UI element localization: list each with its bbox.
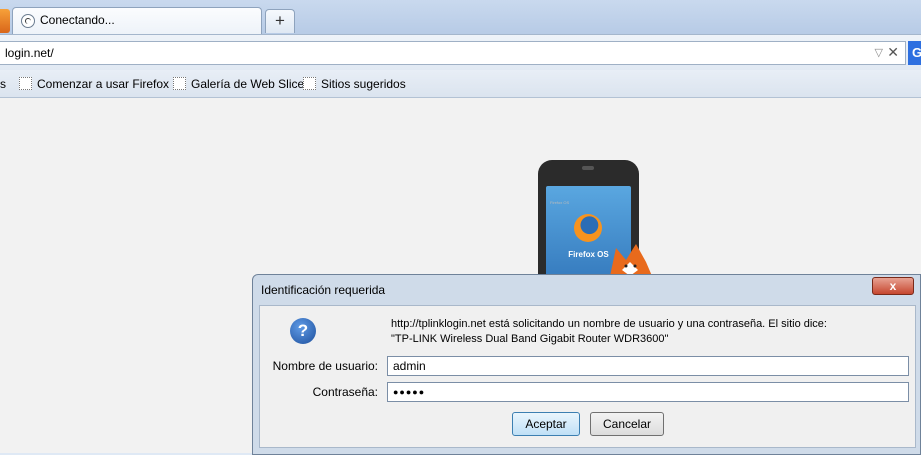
new-tab-button[interactable]: + (265, 9, 295, 33)
url-bar[interactable]: login.net/ ▽ ✕ (0, 41, 906, 65)
bookmarks-toolbar: s Comenzar a usar Firefox Galería de Web… (0, 70, 921, 98)
auth-dialog: Identificación requerida x ? http://tpli… (252, 274, 921, 455)
stop-icon[interactable]: ✕ (887, 44, 899, 61)
username-label: Nombre de usuario: (272, 359, 378, 373)
search-engine-icon[interactable]: G (908, 41, 921, 65)
tab-active[interactable]: Conectando... (12, 7, 262, 34)
loading-icon (21, 14, 35, 28)
firefox-menu-button[interactable] (0, 9, 10, 33)
dialog-body: ? http://tplinklogin.net está solicitand… (259, 305, 916, 448)
password-label: Contraseña: (312, 385, 378, 399)
bookmark-item[interactable]: Galería de Web Slice (173, 77, 304, 91)
dialog-message-line1: http://tplinklogin.net está solicitando … (391, 318, 827, 330)
navigation-bar: login.net/ ▽ ✕ G (0, 34, 921, 70)
bookmark-item[interactable]: Comenzar a usar Firefox (19, 77, 169, 91)
question-icon: ? (290, 318, 316, 344)
bookmark-item[interactable]: Sitios sugeridos (303, 77, 406, 91)
bookmark-item[interactable]: s (0, 77, 6, 91)
bookmark-page-icon (173, 77, 186, 90)
phone-camera (582, 166, 594, 170)
dialog-title: Identificación requerida (261, 283, 386, 297)
fox-mascot-icon (610, 244, 652, 276)
tab-strip: Conectando... + (0, 0, 921, 34)
username-field[interactable]: admin (387, 356, 909, 376)
url-dropdown-icon[interactable]: ▽ (875, 46, 883, 59)
firefox-logo-icon (574, 214, 602, 242)
url-text[interactable]: login.net/ (5, 46, 54, 60)
dialog-message-line2: "TP-LINK Wireless Dual Band Gigabit Rout… (391, 333, 669, 345)
tab-title: Conectando... (40, 13, 115, 27)
close-button[interactable]: x (872, 277, 914, 295)
cancel-button[interactable]: Cancelar (590, 412, 664, 436)
dialog-titlebar[interactable]: Identificación requerida x (253, 275, 920, 301)
bookmark-page-icon (19, 77, 32, 90)
accept-button[interactable]: Aceptar (512, 412, 580, 436)
bookmark-page-icon (303, 77, 316, 90)
password-field[interactable]: ●●●●● (387, 382, 909, 402)
phone-status-text: Firefox OS (550, 200, 570, 205)
